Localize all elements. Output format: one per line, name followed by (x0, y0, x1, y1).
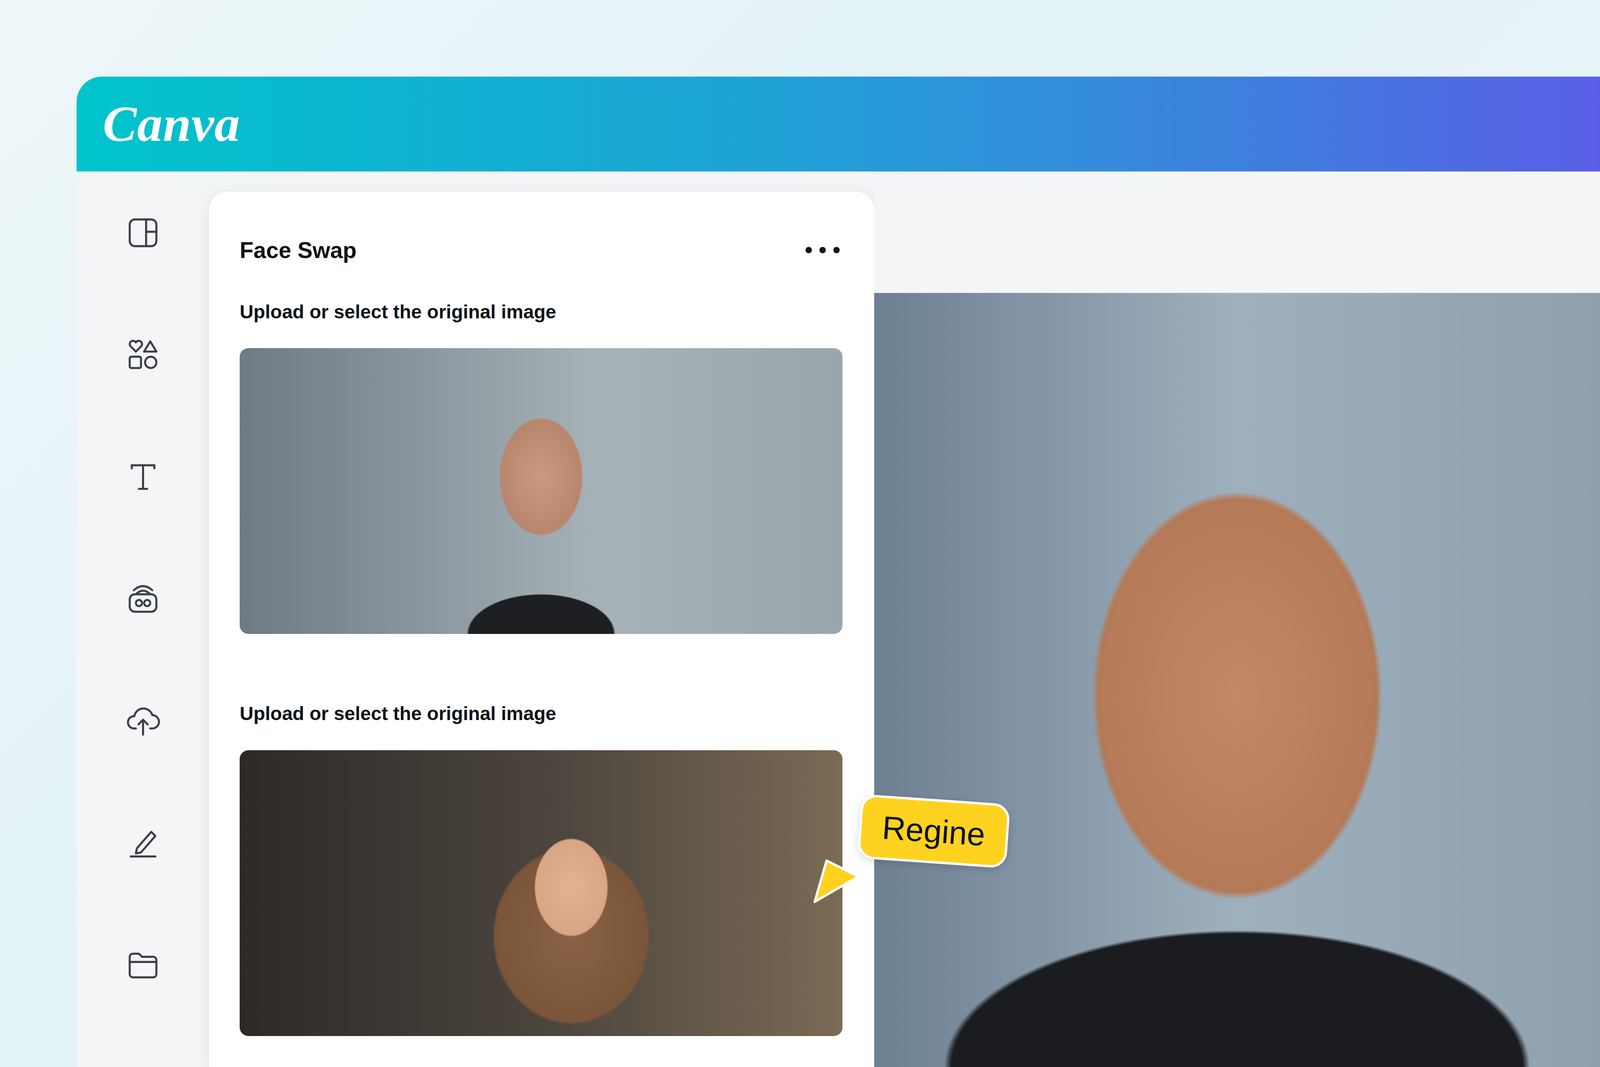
image-slot[interactable] (239, 348, 843, 634)
section-label: Upload or select the original image (239, 701, 843, 726)
image-slot[interactable] (239, 750, 843, 1036)
panel-title: Face Swap (239, 235, 357, 265)
workspace: Face Swap Upload or select the original i… (76, 171, 1600, 1067)
upload-icon[interactable] (124, 701, 162, 739)
draw-icon[interactable] (124, 823, 162, 861)
app-window: Canva Face Swap Upload or select the origi… (76, 76, 1600, 1067)
more-options-icon[interactable] (802, 244, 843, 256)
canva-logo[interactable]: Canva (102, 93, 241, 155)
brand-icon[interactable] (124, 579, 162, 617)
image-section: Upload or select the original image (239, 701, 843, 1036)
elements-icon[interactable] (124, 336, 162, 374)
cursor-pointer-icon (811, 853, 866, 905)
face-swap-panel: Face Swap Upload or select the original i… (209, 191, 875, 1067)
top-bar: Canva (76, 76, 1600, 172)
section-label: Upload or select the original image (239, 299, 843, 325)
image-section: Upload or select the original image (239, 299, 843, 634)
canvas-area (874, 171, 1600, 1067)
collaborator-cursor-label: Regine (857, 793, 1011, 869)
projects-icon[interactable] (124, 945, 162, 983)
text-icon[interactable] (124, 457, 162, 495)
panel-header: Face Swap (239, 235, 843, 265)
sidebar (76, 171, 210, 1067)
result-image[interactable] (874, 292, 1600, 1067)
design-icon[interactable] (124, 214, 162, 252)
